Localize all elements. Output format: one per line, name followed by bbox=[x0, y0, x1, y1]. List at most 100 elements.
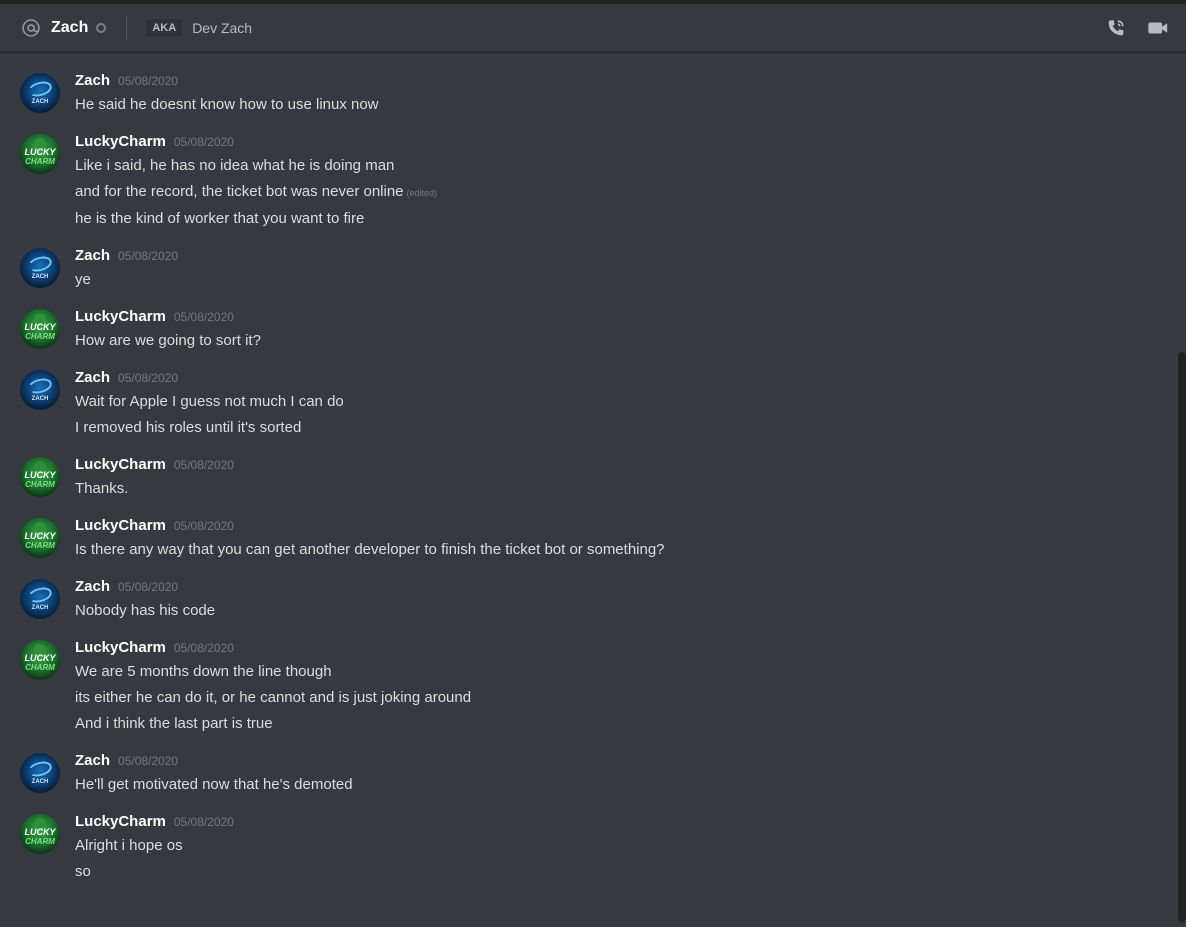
video-camera-icon[interactable] bbox=[1146, 16, 1170, 40]
message-content: LuckyCharm 05/08/2020 We are 5 months down… bbox=[75, 639, 471, 735]
phone-call-icon[interactable] bbox=[1104, 16, 1128, 40]
message-text: Thanks. bbox=[75, 480, 129, 497]
message-text: ye bbox=[75, 271, 91, 288]
aka-name: Dev Zach bbox=[192, 19, 253, 36]
message-author[interactable]: Zach bbox=[75, 247, 110, 264]
dm-header: Zach AKA Dev Zach bbox=[0, 4, 1186, 52]
message-header: Zach 05/08/2020 bbox=[75, 369, 344, 391]
message-text: Is there any way that you can get anothe… bbox=[75, 541, 665, 558]
message-group: LUCKY CHARM LuckyCharm 05/08/2020 We are 5 m… bbox=[0, 639, 1186, 735]
message-group: LUCKY CHARM LuckyCharm 05/08/2020 Thanks. bbox=[0, 456, 1186, 500]
avatar[interactable]: ZACH bbox=[20, 73, 60, 113]
header-divider bbox=[126, 15, 128, 40]
message-header: Zach 05/08/2020 bbox=[75, 752, 353, 774]
dm-recipient-name[interactable]: Zach bbox=[51, 19, 88, 37]
avatar-caption-line1: LUCKY bbox=[24, 653, 56, 663]
message-group: ZACH Zach 05/08/2020 Nobody has his code bbox=[0, 578, 1186, 622]
message-author[interactable]: Zach bbox=[75, 752, 110, 769]
avatar-caption-line2: CHARM bbox=[25, 541, 55, 550]
message-group: ZACH Zach 05/08/2020 He'll get motivated no… bbox=[0, 752, 1186, 796]
edited-marker: (edited) bbox=[406, 188, 438, 198]
message-author[interactable]: Zach bbox=[75, 369, 110, 386]
message-text: Alright i hope os bbox=[75, 837, 183, 854]
message-timestamp: 05/08/2020 bbox=[173, 310, 234, 324]
message-author[interactable]: LuckyCharm bbox=[75, 639, 166, 656]
message-timestamp: 05/08/2020 bbox=[118, 249, 179, 263]
message-timestamp: 05/08/2020 bbox=[173, 135, 234, 149]
avatar[interactable]: LUCKY CHARM bbox=[20, 134, 60, 174]
message-header: LuckyCharm 05/08/2020 bbox=[75, 133, 437, 155]
message-content: Zach 05/08/2020 He'll get motivated now th… bbox=[75, 752, 353, 796]
avatar-caption-line1: LUCKY bbox=[24, 147, 56, 157]
message-author[interactable]: LuckyCharm bbox=[75, 133, 166, 150]
avatar-swirl bbox=[26, 376, 54, 396]
message-timestamp: 05/08/2020 bbox=[173, 458, 234, 472]
message-header: LuckyCharm 05/08/2020 bbox=[75, 639, 471, 661]
avatar[interactable]: LUCKY CHARM bbox=[20, 640, 60, 680]
message-text: He'll get motivated now that he's demote… bbox=[75, 776, 353, 793]
avatar-swirl bbox=[26, 759, 54, 779]
message-header: Zach 05/08/2020 bbox=[75, 72, 379, 94]
avatar[interactable]: ZACH bbox=[20, 370, 60, 410]
message-content: Zach 05/08/2020 ye bbox=[75, 247, 178, 291]
message-text: Like i said, he has no idea what he is d… bbox=[75, 157, 395, 174]
avatar-swirl bbox=[26, 79, 54, 99]
avatar[interactable]: ZACH bbox=[20, 579, 60, 619]
message-author[interactable]: LuckyCharm bbox=[75, 813, 166, 830]
message-content: LuckyCharm 05/08/2020 Like i said, he has … bbox=[75, 133, 437, 230]
avatar-caption-line2: CHARM bbox=[25, 663, 55, 672]
message-timestamp: 05/08/2020 bbox=[173, 519, 234, 533]
avatar[interactable]: LUCKY CHARM bbox=[20, 518, 60, 558]
message-timestamp: 05/08/2020 bbox=[173, 815, 234, 829]
message-text: he is the kind of worker that you want t… bbox=[75, 210, 365, 227]
message-text: We are 5 months down the line though bbox=[75, 663, 332, 680]
avatar[interactable]: LUCKY CHARM bbox=[20, 309, 60, 349]
message-text: And i think the last part is true bbox=[75, 715, 273, 732]
header-toolbar bbox=[1104, 16, 1170, 40]
message-author[interactable]: LuckyCharm bbox=[75, 308, 166, 325]
message-content: LuckyCharm 05/08/2020 Thanks. bbox=[75, 456, 234, 500]
avatar[interactable]: LUCKY CHARM bbox=[20, 814, 60, 854]
message-header: LuckyCharm 05/08/2020 bbox=[75, 456, 234, 478]
scrollbar-thumb[interactable] bbox=[1178, 352, 1186, 922]
message-timestamp: 05/08/2020 bbox=[118, 580, 179, 594]
message-text: He said he doesnt know how to use linux … bbox=[75, 96, 379, 113]
message-text: Nobody has his code bbox=[75, 602, 216, 619]
avatar-caption-line1: LUCKY bbox=[24, 827, 56, 837]
avatar-caption-line2: CHARM bbox=[25, 157, 55, 166]
aka-badge: AKA bbox=[146, 18, 183, 37]
message-content: Zach 05/08/2020 Wait for Apple I guess not… bbox=[75, 369, 344, 439]
message-group: LUCKY CHARM LuckyCharm 05/08/2020 Like i sai… bbox=[0, 133, 1186, 230]
message-header: LuckyCharm 05/08/2020 bbox=[75, 813, 234, 835]
message-text: I removed his roles until it's sorted bbox=[75, 419, 302, 436]
message-group: LUCKY CHARM LuckyCharm 05/08/2020 Alright i … bbox=[0, 813, 1186, 883]
message-content: LuckyCharm 05/08/2020 Is there any way tha… bbox=[75, 517, 665, 561]
message-text: its either he can do it, or he cannot an… bbox=[75, 689, 472, 706]
message-author[interactable]: Zach bbox=[75, 72, 110, 89]
message-content: Zach 05/08/2020 He said he doesnt know how… bbox=[75, 72, 379, 116]
message-content: LuckyCharm 05/08/2020 How are we going to … bbox=[75, 308, 261, 352]
avatar-caption-line2: CHARM bbox=[25, 837, 55, 846]
avatar[interactable]: LUCKY CHARM bbox=[20, 457, 60, 497]
avatar-caption-line1: LUCKY bbox=[24, 470, 56, 480]
avatar-swirl bbox=[26, 585, 54, 605]
message-author[interactable]: LuckyCharm bbox=[75, 456, 166, 473]
message-group: ZACH Zach 05/08/2020 ye bbox=[0, 247, 1186, 291]
avatar[interactable]: ZACH bbox=[20, 753, 60, 793]
message-content: Zach 05/08/2020 Nobody has his code bbox=[75, 578, 215, 622]
message-list[interactable]: ZACH Zach 05/08/2020 He said he doesnt know… bbox=[0, 52, 1186, 927]
message-header: LuckyCharm 05/08/2020 bbox=[75, 517, 665, 539]
message-author[interactable]: Zach bbox=[75, 578, 110, 595]
message-timestamp: 05/08/2020 bbox=[173, 641, 234, 655]
message-content: LuckyCharm 05/08/2020 Alright i hope os so bbox=[75, 813, 234, 883]
avatar-caption: ZACH bbox=[31, 99, 49, 105]
avatar[interactable]: ZACH bbox=[20, 248, 60, 288]
avatar-caption: ZACH bbox=[31, 605, 49, 611]
avatar-swirl bbox=[26, 254, 54, 274]
avatar-caption: ZACH bbox=[31, 274, 49, 280]
message-author[interactable]: LuckyCharm bbox=[75, 517, 166, 534]
avatar-caption-line2: CHARM bbox=[25, 480, 55, 489]
avatar-caption: ZACH bbox=[31, 779, 49, 785]
message-header: Zach 05/08/2020 bbox=[75, 578, 215, 600]
offline-status-icon bbox=[96, 22, 107, 33]
